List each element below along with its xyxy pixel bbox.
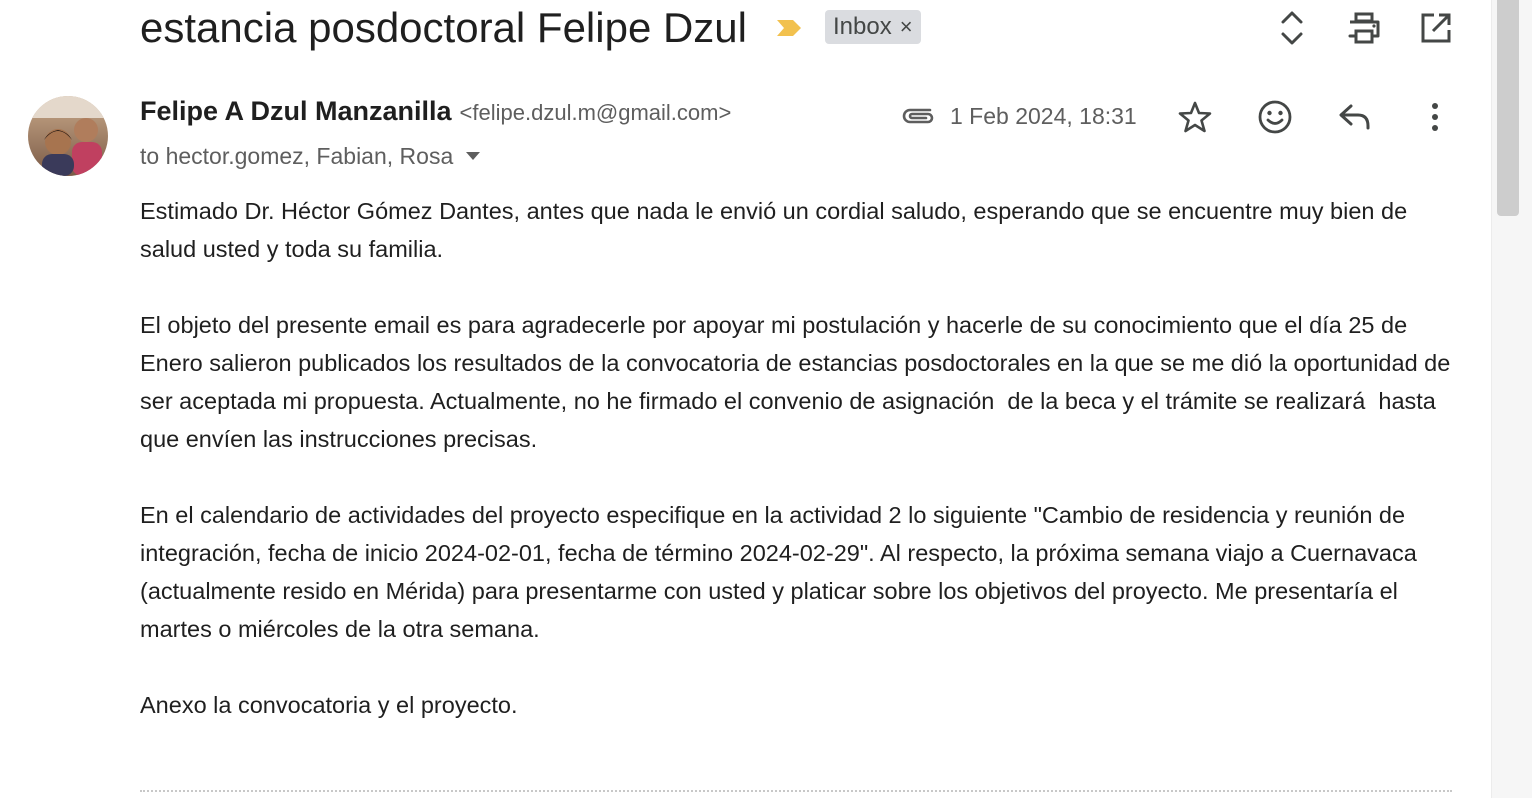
sender-line: Felipe A Dzul Manzanilla <felipe.dzul.m@… (140, 96, 731, 136)
sender-email: <felipe.dzul.m@gmail.com> (459, 100, 732, 125)
chevron-down-icon[interactable] (465, 151, 481, 161)
message-meta: 1 Feb 2024, 18:31 (900, 98, 1137, 134)
importance-marker-icon[interactable] (775, 18, 803, 38)
body-paragraph: En el calendario de actividades del proy… (140, 502, 1424, 642)
recipients-text: to hector.gomez, Fabian, Rosa (140, 142, 454, 169)
emoji-reaction-icon[interactable] (1254, 96, 1296, 138)
expand-collapse-icon[interactable] (1274, 8, 1310, 48)
reply-icon[interactable] (1334, 96, 1376, 138)
open-in-new-window-icon[interactable] (1418, 8, 1454, 48)
message-date: 1 Feb 2024, 18:31 (950, 102, 1137, 129)
thread-toolbar (1274, 8, 1454, 48)
email-subject: estancia posdoctoral Felipe Dzul (140, 4, 747, 51)
more-options-icon[interactable] (1414, 96, 1456, 138)
body-paragraph: Anexo la convocatoria y el proyecto. (140, 692, 518, 718)
sender-avatar[interactable] (28, 96, 108, 176)
remove-label-icon[interactable]: × (900, 16, 913, 38)
subject-row: estancia posdoctoral Felipe Dzul Inbox × (140, 0, 921, 56)
label-chip-text: Inbox (833, 13, 892, 40)
attachments-divider (140, 790, 1452, 792)
print-icon[interactable] (1346, 8, 1382, 48)
label-chip-inbox: Inbox × (825, 10, 921, 44)
email-view: estancia posdoctoral Felipe Dzul Inbox × (0, 0, 1532, 798)
attachment-icon (902, 108, 934, 124)
recipients-toggle[interactable]: to hector.gomez, Fabian, Rosa (140, 140, 481, 172)
sender-name[interactable]: Felipe A Dzul Manzanilla (140, 96, 452, 127)
body-paragraph: Estimado Dr. Héctor Gómez Dantes, antes … (140, 198, 1414, 262)
message-toolbar (1174, 96, 1456, 138)
body-paragraph: El objeto del presente email es para agr… (140, 312, 1457, 452)
star-icon[interactable] (1174, 96, 1216, 138)
scrollbar-thumb[interactable] (1497, 0, 1519, 216)
scrollbar[interactable] (1491, 0, 1532, 798)
message-body: Estimado Dr. Héctor Gómez Dantes, antes … (140, 192, 1460, 762)
